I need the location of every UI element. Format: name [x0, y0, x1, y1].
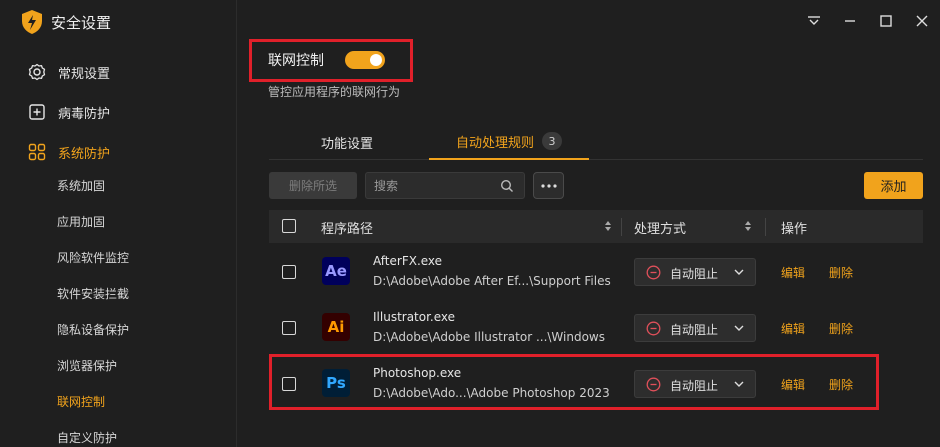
edit-link[interactable]: 编辑 [781, 264, 805, 281]
sidebar-subitem-system-hardening[interactable]: 系统加固 [0, 167, 236, 203]
shield-logo-icon [22, 10, 42, 34]
column-divider [621, 218, 622, 236]
highlight-box-photoshop-row [269, 354, 879, 410]
sidebar-item-label: 病毒防护 [58, 106, 111, 122]
minimize-icon[interactable] [832, 12, 868, 30]
sidebar-subitem-privacy-device[interactable]: 隐私设备保护 [0, 311, 236, 347]
column-header-handle[interactable]: 处理方式 [634, 218, 686, 237]
sidebar-nav: 常规设置 病毒防护 系统防护 [0, 52, 236, 172]
tab-label: 功能设置 [321, 136, 374, 152]
sidebar-subitem-risk-software-monitor[interactable]: 风险软件监控 [0, 239, 236, 275]
window-controls [796, 12, 940, 30]
gear-icon [28, 63, 46, 81]
sort-icon[interactable] [744, 219, 752, 233]
sidebar-subitem-app-hardening[interactable]: 应用加固 [0, 203, 236, 239]
delete-link[interactable]: 删除 [829, 320, 853, 337]
edit-link[interactable]: 编辑 [781, 320, 805, 337]
program-name: AfterFX.exe [373, 254, 443, 268]
ellipsis-icon [540, 183, 557, 188]
row-checkbox[interactable] [282, 265, 296, 279]
sidebar-item-general[interactable]: 常规设置 [0, 52, 236, 92]
sidebar-item-label: 系统防护 [58, 146, 111, 162]
delete-selected-button[interactable]: 删除所选 [269, 172, 357, 199]
sidebar: 安全设置 常规设置 病毒防护 系统防护 系统加固 应用加固 风险软件监控 软件安… [0, 0, 237, 447]
handle-mode-value: 自动阻止 [670, 323, 719, 337]
chevron-down-icon [734, 269, 744, 275]
program-path: D:\Adobe\Adobe Illustrator ...\Windows [373, 330, 606, 344]
sidebar-subitem-browser-protection[interactable]: 浏览器保护 [0, 347, 236, 383]
block-icon [646, 265, 661, 280]
toggle-knob [370, 54, 382, 66]
sidebar-item-label: 常规设置 [58, 66, 111, 82]
handle-mode-select[interactable]: 自动阻止 [634, 258, 756, 286]
sort-icon[interactable] [604, 219, 612, 233]
program-name: Illustrator.exe [373, 310, 456, 324]
network-control-description: 管控应用程序的联网行为 [268, 85, 401, 99]
column-header-ops: 操作 [781, 222, 808, 237]
grid-icon [28, 143, 46, 161]
table-row: Ai Illustrator.exe D:\Adobe\Adobe Illust… [269, 300, 923, 356]
after-effects-app-icon: Ae [322, 257, 350, 285]
menu-icon[interactable] [796, 12, 832, 30]
tab-feature-settings[interactable]: 功能设置 [321, 124, 373, 160]
select-all-checkbox[interactable] [282, 219, 296, 233]
column-divider [765, 218, 766, 236]
sidebar-subitem-install-block[interactable]: 软件安装拦截 [0, 275, 236, 311]
plus-square-icon [28, 103, 46, 121]
chevron-down-icon [734, 325, 744, 331]
app-title: 安全设置 [51, 13, 112, 32]
app-brand: 安全设置 [22, 10, 111, 34]
search-input[interactable] [374, 173, 494, 198]
more-options-button[interactable] [533, 172, 564, 199]
network-control-toggle[interactable] [345, 51, 385, 69]
program-path: D:\Adobe\Adobe After Ef...\Support Files [373, 274, 611, 288]
table-row: Ae AfterFX.exe D:\Adobe\Adobe After Ef..… [269, 244, 923, 300]
sidebar-subitem-network-control[interactable]: 联网控制 [0, 383, 236, 419]
sidebar-item-virus-protection[interactable]: 病毒防护 [0, 92, 236, 132]
row-checkbox[interactable] [282, 321, 296, 335]
tab-bar: 功能设置 自动处理规则 3 [269, 124, 923, 160]
maximize-icon[interactable] [868, 12, 904, 30]
handle-mode-value: 自动阻止 [670, 267, 719, 281]
add-button[interactable]: 添加 [864, 172, 923, 199]
block-icon [646, 321, 661, 336]
sidebar-subnav: 系统加固 应用加固 风险软件监控 软件安装拦截 隐私设备保护 浏览器保护 联网控… [0, 167, 236, 447]
search-icon[interactable] [500, 179, 514, 193]
tab-auto-rules[interactable]: 自动处理规则 3 [429, 124, 589, 160]
close-icon[interactable] [904, 12, 940, 30]
tab-label: 自动处理规则 [455, 135, 534, 151]
delete-link[interactable]: 删除 [829, 264, 853, 281]
handle-mode-select[interactable]: 自动阻止 [634, 314, 756, 342]
network-control-title: 联网控制 [268, 53, 324, 69]
illustrator-app-icon: Ai [322, 313, 350, 341]
count-badge: 3 [542, 132, 562, 150]
sidebar-subitem-custom-protection[interactable]: 自定义防护 [0, 419, 236, 447]
search-box [365, 172, 525, 199]
column-header-path[interactable]: 程序路径 [321, 218, 373, 237]
table-header: 程序路径 处理方式 操作 [269, 210, 923, 243]
sidebar-item-system-protection[interactable]: 系统防护 [0, 132, 236, 172]
